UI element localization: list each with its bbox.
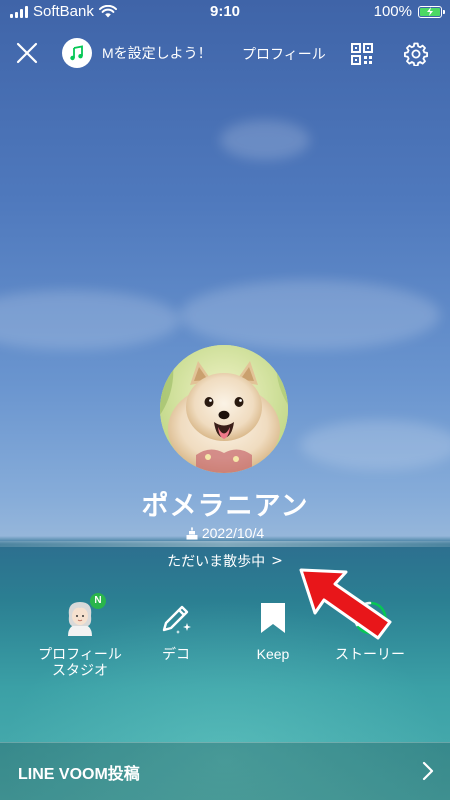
- cloud: [180, 280, 440, 350]
- pen-sparkle-icon: [162, 605, 191, 634]
- horizon-line: [0, 541, 450, 547]
- profile-studio-button[interactable]: N プロフィール スタジオ: [32, 593, 128, 678]
- action-label: デコ: [162, 646, 190, 662]
- profile-avatar[interactable]: [160, 345, 288, 473]
- red-pointer-arrow: [299, 568, 392, 640]
- profile-name: ポメラニアン: [141, 491, 309, 522]
- gear-icon[interactable]: [404, 42, 428, 66]
- battery-group: 100%: [373, 3, 445, 20]
- birthday-date: 2022/10/4: [201, 525, 265, 541]
- set-music-button[interactable]: Mを設定しよう！: [62, 37, 212, 69]
- qr-code-icon[interactable]: [351, 43, 373, 65]
- profile-screen: SoftBank 9:10 100% Mを設定しよう！ プロフィール ポメラニア…: [0, 0, 450, 800]
- action-label: Keep: [256, 646, 290, 662]
- music-prompt-text: Mを設定しよう！: [102, 45, 212, 61]
- birthday-cake-icon: [186, 526, 198, 539]
- status-bar: SoftBank 9:10 100%: [0, 0, 450, 24]
- action-label: スタジオ: [52, 662, 108, 678]
- bookmark-icon: [261, 603, 285, 633]
- music-note-icon: [62, 38, 92, 68]
- close-icon[interactable]: [14, 40, 40, 66]
- pomeranian-photo: [160, 345, 288, 473]
- battery-percent: 100%: [373, 3, 412, 20]
- action-label: プロフィール: [38, 646, 122, 662]
- chevron-right-icon: >: [271, 553, 283, 569]
- cloud: [220, 120, 310, 160]
- battery-icon: [418, 5, 445, 18]
- deco-button[interactable]: デコ: [128, 596, 224, 662]
- status-message-text: ただいま散歩中: [167, 554, 266, 570]
- birthday-row: 2022/10/4: [0, 525, 450, 541]
- action-label: ストーリー: [335, 646, 405, 662]
- line-voom-label: LINE VOOM投稿: [18, 766, 140, 783]
- line-voom-post-bar[interactable]: LINE VOOM投稿: [0, 742, 450, 800]
- cloud: [300, 420, 450, 470]
- top-bar: Mを設定しよう！ プロフィール: [0, 34, 450, 74]
- new-badge: N: [90, 593, 106, 609]
- cloud: [0, 290, 180, 350]
- chevron-right-icon: [422, 761, 434, 781]
- profile-link[interactable]: プロフィール: [242, 44, 326, 64]
